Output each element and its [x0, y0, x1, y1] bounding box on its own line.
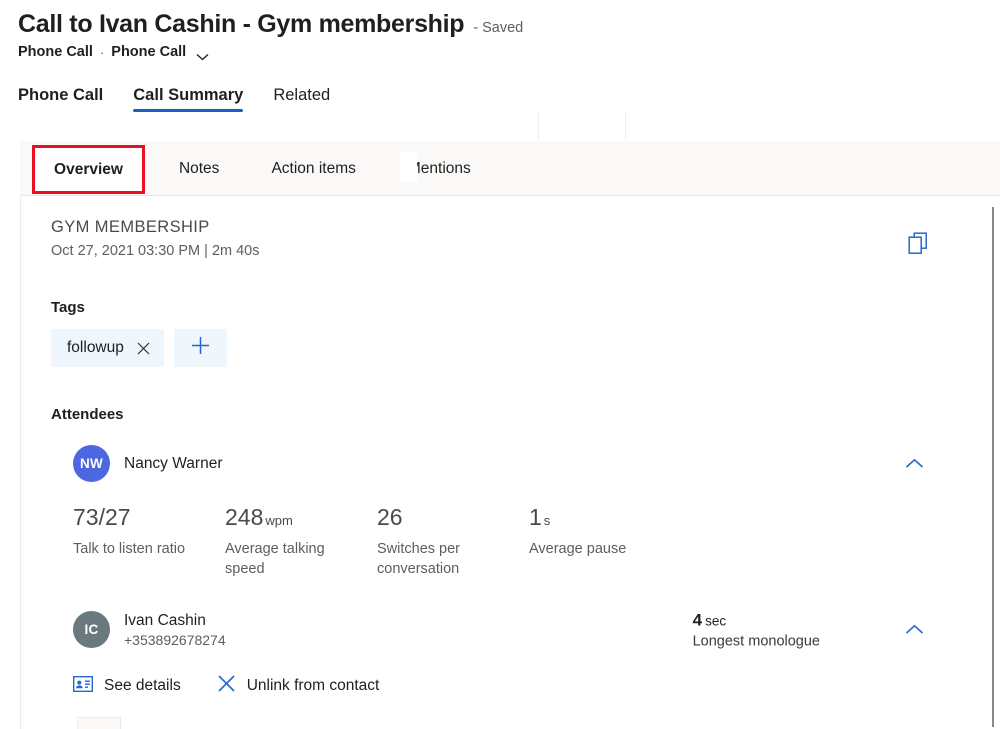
sub-tab-action-items[interactable]: Action items [245, 160, 381, 178]
title-row: Call to Ivan Cashin - Gym membership - S… [18, 8, 523, 40]
stat-longest-monologue: 4sec Longest monologue [693, 610, 820, 649]
tags-section: Tags followup [51, 299, 950, 367]
stat-label: Longest monologue [693, 633, 820, 649]
stat-value: 248 [225, 504, 263, 530]
stat-value: 1 [529, 504, 542, 530]
chevron-up-icon[interactable] [898, 448, 930, 480]
sub-tab-notes[interactable]: Notes [153, 160, 246, 178]
summary-inner: GYM MEMBERSHIP Oct 27, 2021 03:30 PM | 2… [21, 196, 980, 698]
attendee-identity: Ivan Cashin +353892678274 [124, 612, 226, 648]
stat-label: Average talking speed [225, 539, 360, 579]
contact-card-icon [73, 676, 93, 697]
attendee-row: NW Nancy Warner [51, 445, 950, 482]
entity-type-label: Phone Call [18, 44, 93, 60]
record-header: Call to Ivan Cashin - Gym membership - S… [18, 8, 523, 60]
stat-label: Switches per conversation [377, 539, 512, 579]
stat-unit: sec [705, 613, 726, 628]
stat-average-talking-speed: 248wpm Average talking speed [225, 504, 377, 579]
page-title: Call to Ivan Cashin - Gym membership [18, 8, 464, 40]
breadcrumb: Phone Call · Phone Call [18, 44, 523, 60]
primary-tab-list: Phone Call Call Summary Related [18, 86, 330, 112]
stat-value: 26 [377, 504, 403, 530]
copy-icon [908, 232, 931, 261]
content-scrollbar-thumb[interactable] [992, 207, 994, 727]
stat-value: 4 [693, 610, 702, 629]
sub-tab-list: Overview Notes Action items Mentions [32, 141, 497, 196]
call-summary-panel: GYM MEMBERSHIP Oct 27, 2021 03:30 PM | 2… [20, 196, 980, 729]
unlink-from-contact-button[interactable]: Unlink from contact [217, 674, 380, 698]
see-details-label: See details [104, 677, 181, 695]
chevron-down-icon[interactable] [196, 48, 209, 56]
stat-label: Average pause [529, 539, 664, 559]
stat-value: 73/27 [73, 504, 131, 530]
unlink-label: Unlink from contact [247, 677, 380, 695]
mentions-marker [400, 152, 417, 182]
attendee-stats: 73/27 Talk to listen ratio 248wpm Averag… [51, 504, 950, 579]
tags-section-title: Tags [51, 299, 950, 316]
attendee-name: Nancy Warner [124, 455, 222, 473]
attendees-section-title: Attendees [51, 406, 950, 423]
stat-unit: wpm [265, 513, 292, 528]
tab-phone-call[interactable]: Phone Call [18, 86, 103, 112]
avatar: NW [73, 445, 110, 482]
call-subject: GYM MEMBERSHIP [51, 218, 950, 237]
copy-summary-button[interactable] [903, 230, 935, 262]
tab-call-summary[interactable]: Call Summary [133, 86, 243, 112]
close-icon[interactable] [137, 342, 150, 355]
add-tag-button[interactable] [174, 329, 227, 367]
header-divider-2 [625, 112, 626, 140]
attendee-phone: +353892678274 [124, 632, 226, 648]
unlink-close-icon [217, 674, 236, 698]
tab-related[interactable]: Related [273, 86, 330, 112]
sub-tab-overview[interactable]: Overview [32, 160, 153, 178]
stat-average-pause: 1s Average pause [529, 504, 681, 579]
phone-call-record-page: Call to Ivan Cashin - Gym membership - S… [0, 0, 1000, 729]
stat-unit: s [544, 513, 551, 528]
stat-label: Talk to listen ratio [73, 539, 208, 559]
plus-icon [191, 336, 210, 360]
attendee-actions: See details Unlink from contact [51, 674, 950, 698]
call-datetime-duration: Oct 27, 2021 03:30 PM | 2m 40s [51, 243, 950, 259]
bottom-tab-remnant [77, 717, 121, 729]
form-name-label: Phone Call [111, 44, 186, 60]
header-divider-1 [538, 112, 539, 140]
attendee-row: IC Ivan Cashin +353892678274 4sec Longes… [51, 611, 950, 648]
stat-talk-listen-ratio: 73/27 Talk to listen ratio [73, 504, 225, 579]
chevron-up-icon[interactable] [898, 614, 930, 646]
sub-tab-strip: Overview Notes Action items Mentions [20, 141, 1000, 196]
save-state-label: - Saved [473, 20, 523, 36]
attendees-section: Attendees NW Nancy Warner 73/27 Talk to … [51, 406, 950, 698]
attendee-name: Ivan Cashin [124, 612, 226, 630]
stat-switches-per-conversation: 26 Switches per conversation [377, 504, 529, 579]
avatar: IC [73, 611, 110, 648]
breadcrumb-separator: · [100, 45, 104, 60]
tag-chip-followup[interactable]: followup [51, 329, 164, 367]
tag-list: followup [51, 329, 950, 367]
attendee-identity: Nancy Warner [124, 455, 222, 473]
see-details-button[interactable]: See details [73, 676, 181, 697]
tag-label: followup [67, 339, 124, 357]
